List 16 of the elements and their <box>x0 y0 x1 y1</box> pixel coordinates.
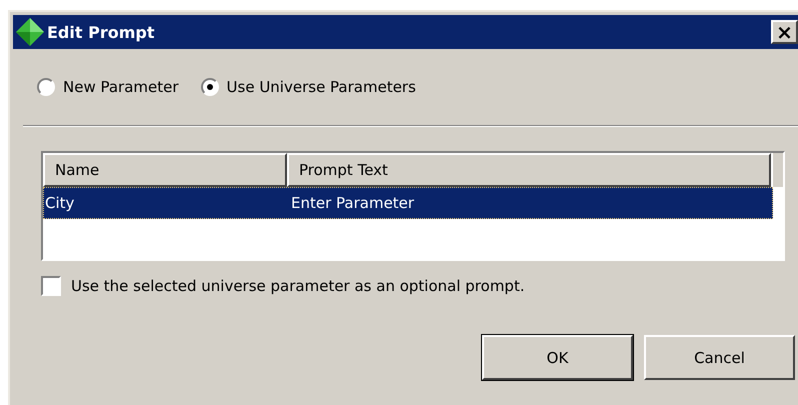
column-header[interactable]: Name <box>43 153 287 187</box>
checkbox-label: Use the selected universe parameter as an optional prompt. <box>71 277 525 295</box>
radio-label: Use Universe Parameters <box>226 78 416 96</box>
window-title: Edit Prompt <box>47 22 154 42</box>
table-cell-text: Enter Parameter <box>290 194 414 212</box>
radio-label: New Parameter <box>63 78 179 96</box>
column-header[interactable]: Prompt Text <box>287 153 771 187</box>
table-cell-text: City <box>44 194 76 212</box>
diamond-icon <box>15 17 45 47</box>
radio-button[interactable] <box>37 78 55 96</box>
checkbox[interactable] <box>41 276 61 296</box>
ok-button[interactable]: OK <box>482 335 633 380</box>
close-button[interactable]: × <box>771 20 798 44</box>
radio-button[interactable] <box>200 78 219 96</box>
table-row[interactable]: City Enter Parameter <box>43 187 773 219</box>
cancel-button[interactable]: Cancel <box>644 335 795 380</box>
